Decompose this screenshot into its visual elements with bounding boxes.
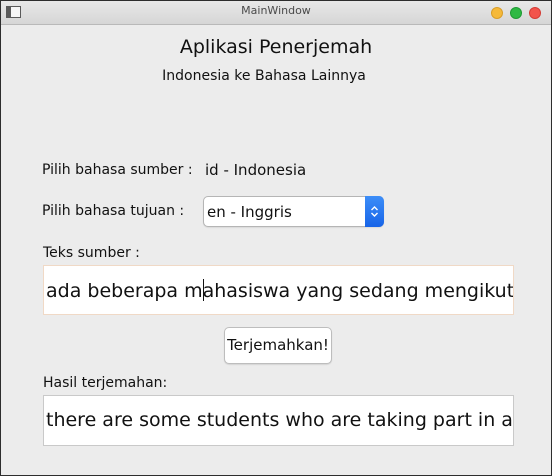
source-text-label: Teks sumber :: [43, 245, 140, 261]
close-button[interactable]: [529, 7, 541, 19]
window-title: MainWindow: [241, 4, 311, 17]
translate-button[interactable]: Terjemahkan!: [224, 327, 332, 364]
app-title: Aplikasi Penerjemah: [179, 36, 373, 58]
source-language-value: id - Indonesia: [205, 161, 307, 179]
source-text-value: ada beberapa mahasiswa yang sedang mengi…: [46, 279, 514, 302]
result-label: Hasil terjemahan:: [43, 375, 168, 391]
title-bar[interactable]: MainWindow: [1, 1, 551, 25]
main-window: MainWindow Aplikasi Penerjemah Indonesia…: [0, 0, 552, 476]
target-language-selected: en - Inggris: [207, 203, 292, 221]
maximize-button[interactable]: [510, 7, 522, 19]
target-language-select[interactable]: en - Inggris: [203, 196, 384, 227]
minimize-button[interactable]: [491, 7, 503, 19]
target-language-label: Pilih bahasa tujuan :: [42, 203, 185, 219]
updown-chevron-icon[interactable]: [365, 196, 384, 227]
result-text-value: there are some students who are taking p…: [46, 409, 514, 431]
source-text-input[interactable]: ada beberapa mahasiswa yang sedang mengi…: [43, 265, 514, 315]
source-text-part-2: ahasiswa yang sedang mengikuti pro: [202, 280, 514, 302]
result-text-output[interactable]: there are some students who are taking p…: [43, 395, 514, 446]
source-text-part-1: ada beberapa m: [46, 280, 203, 302]
source-language-label: Pilih bahasa sumber :: [42, 162, 193, 178]
app-subtitle: Indonesia ke Bahasa Lainnya: [162, 68, 366, 84]
